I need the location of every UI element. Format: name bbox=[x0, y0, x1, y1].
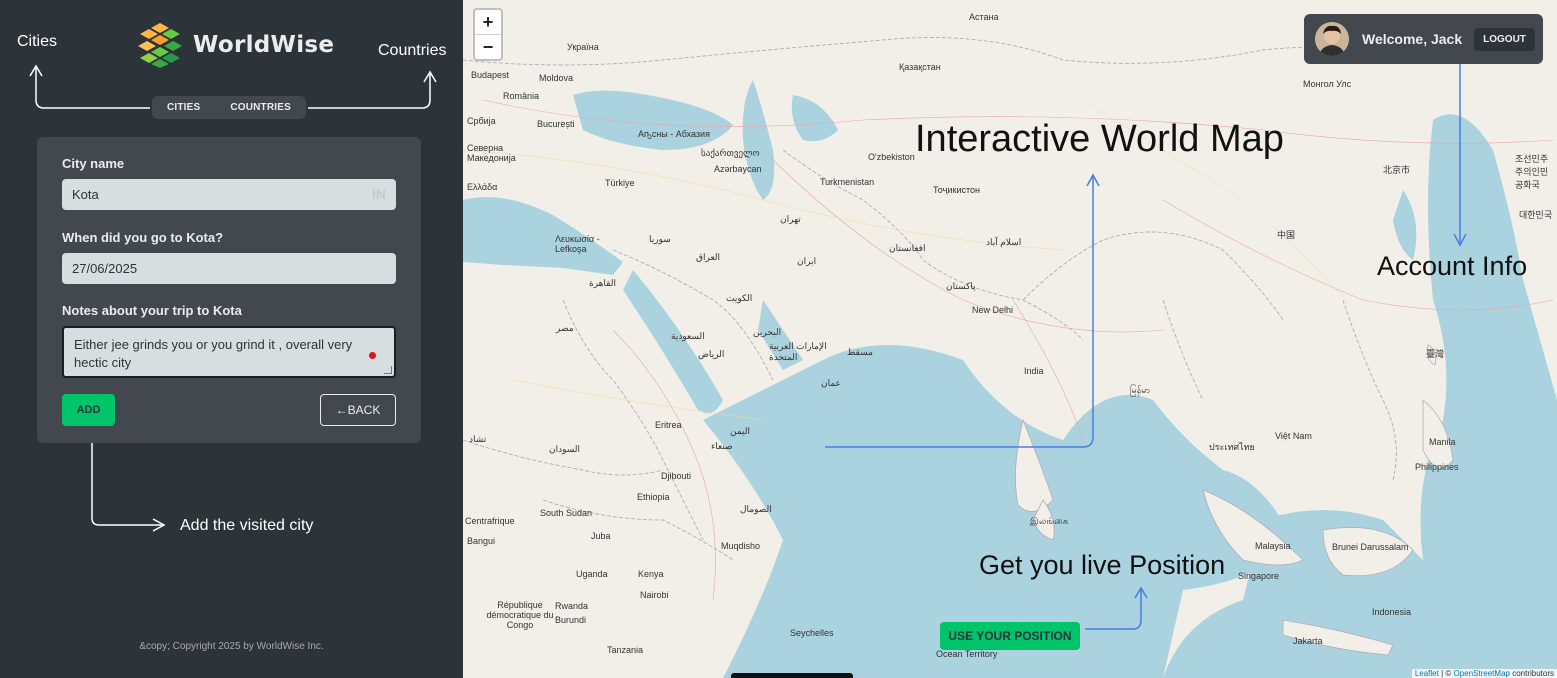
notes-value: Either jee grinds you or you grind it , … bbox=[74, 337, 353, 370]
attribution-tail: contributors bbox=[1509, 669, 1554, 678]
logout-button[interactable]: LOGOUT bbox=[1474, 27, 1535, 51]
annotation-live-position: Get you live Position bbox=[979, 550, 1226, 580]
nav-cities-link[interactable]: CITIES bbox=[167, 102, 200, 113]
annotation-map-title: Interactive World Map bbox=[915, 118, 1284, 160]
taskbar-handle bbox=[731, 673, 853, 678]
date-value: 27/06/2025 bbox=[72, 261, 138, 276]
recording-dot-icon bbox=[369, 352, 376, 359]
map-attribution: Leaflet | © OpenStreetMap contributors bbox=[1411, 669, 1557, 678]
city-name-input[interactable]: Kota IN bbox=[62, 179, 396, 210]
app-nav: CITIES COUNTRIES bbox=[152, 96, 306, 119]
country-flag-code: IN bbox=[372, 186, 386, 202]
osm-link[interactable]: OpenStreetMap bbox=[1453, 669, 1509, 678]
city-name-value: Kota bbox=[72, 187, 99, 202]
nav-countries-link[interactable]: COUNTRIES bbox=[230, 102, 291, 113]
city-name-label: City name bbox=[62, 156, 125, 171]
sidebar: WorldWise Cities Countries Add the visit… bbox=[0, 0, 463, 678]
annotation-account-info: Account Info bbox=[1377, 251, 1528, 281]
attribution-separator: | © bbox=[1438, 669, 1454, 678]
resize-handle-icon[interactable] bbox=[384, 366, 392, 374]
annotation-add-city: Add the visited city bbox=[180, 517, 314, 534]
notes-label: Notes about your trip to Kota bbox=[62, 303, 242, 318]
back-button[interactable]: ←BACK bbox=[320, 394, 396, 426]
date-input[interactable]: 27/06/2025 bbox=[62, 253, 396, 284]
world-map[interactable]: Астана Қазақстан Україна Budapest Moldov… bbox=[463, 0, 1557, 678]
leaflet-link[interactable]: Leaflet bbox=[1415, 669, 1439, 678]
user-panel: Welcome, Jack LOGOUT bbox=[1304, 14, 1543, 64]
add-button[interactable]: ADD bbox=[62, 394, 115, 426]
use-position-button[interactable]: USE YOUR POSITION bbox=[940, 622, 1080, 650]
copyright-text: &copy; Copyright 2025 by WorldWise Inc. bbox=[139, 641, 324, 652]
date-label: When did you go to Kota? bbox=[62, 230, 224, 245]
notes-textarea[interactable]: Either jee grinds you or you grind it , … bbox=[62, 326, 396, 378]
welcome-text: Welcome, Jack bbox=[1362, 31, 1463, 47]
add-city-form: City name Kota IN When did you go to Kot… bbox=[37, 137, 421, 443]
avatar bbox=[1315, 22, 1349, 56]
